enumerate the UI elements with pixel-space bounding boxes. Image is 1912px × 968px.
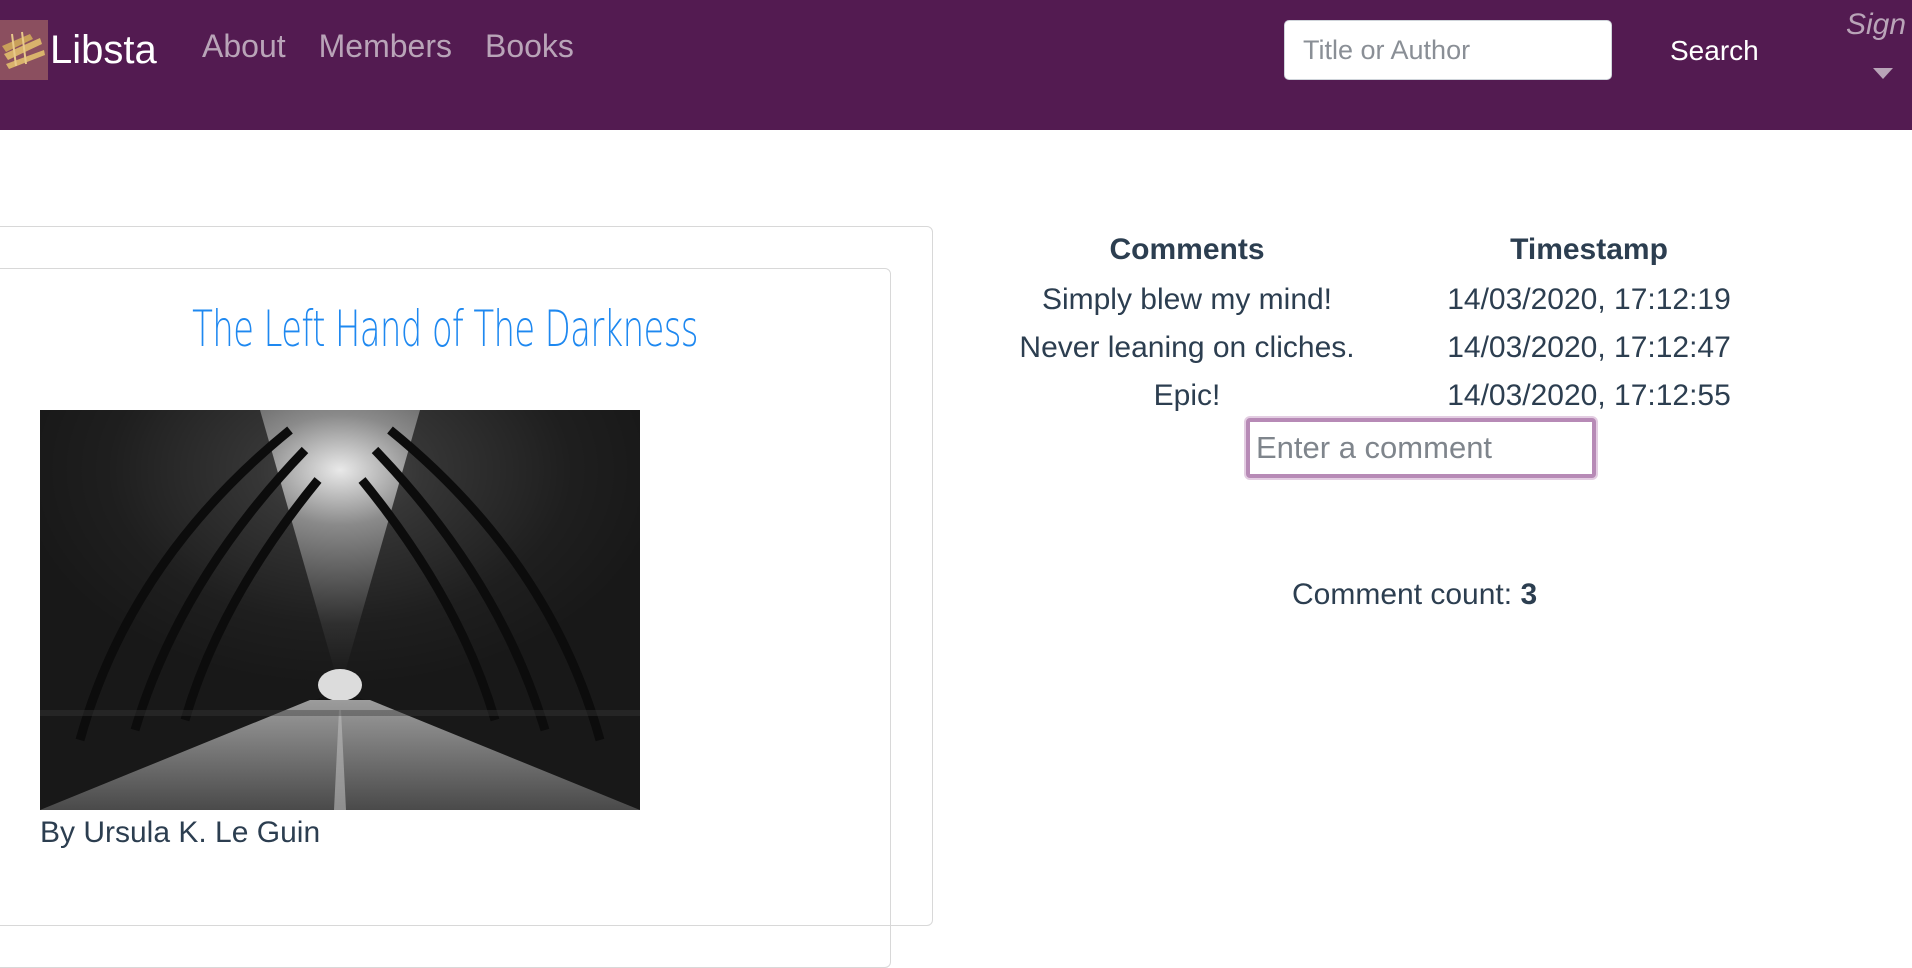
nav-links: About Members Books xyxy=(202,28,574,65)
comment-text: Never leaning on cliches. xyxy=(1019,331,1355,364)
table-row: Never leaning on cliches. 14/03/2020, 17… xyxy=(1002,324,1806,372)
search-button[interactable]: Search xyxy=(1660,26,1769,76)
nav-link-about[interactable]: About xyxy=(202,28,286,65)
comment-timestamp: 14/03/2020, 17:12:55 xyxy=(1447,379,1731,412)
caret-down-icon[interactable] xyxy=(1873,68,1893,79)
comment-count-label: Comment count: xyxy=(1292,578,1513,611)
libsta-logo-icon xyxy=(0,20,48,80)
comments-header: Comments xyxy=(1109,233,1265,266)
table-row: Epic! 14/03/2020, 17:12:55 xyxy=(1002,372,1806,420)
timestamp-header: Timestamp xyxy=(1510,233,1668,266)
comments-table: Comments Timestamp Simply blew my mind! … xyxy=(1002,224,1806,420)
nav-link-books[interactable]: Books xyxy=(485,28,574,65)
brand-name: Libsta xyxy=(50,27,157,72)
book-title: The Left Hand of The Darkness xyxy=(192,300,698,358)
search-input[interactable] xyxy=(1284,20,1612,80)
nav-link-members[interactable]: Members xyxy=(319,28,452,65)
book-cover-image xyxy=(40,410,640,810)
comment-input[interactable] xyxy=(1246,418,1596,478)
brand-link[interactable]: Libsta xyxy=(0,20,157,80)
comment-count: Comment count: 3 xyxy=(1292,578,1537,612)
navbar: Libsta About Members Books Search Sign xyxy=(0,0,1912,130)
table-row: Simply blew my mind! 14/03/2020, 17:12:1… xyxy=(1002,276,1806,324)
book-author: By Ursula K. Le Guin xyxy=(40,816,321,849)
comments-header-row: Comments Timestamp xyxy=(1002,224,1806,276)
comment-timestamp: 14/03/2020, 17:12:19 xyxy=(1447,283,1731,316)
comment-count-value: 3 xyxy=(1520,578,1538,611)
sign-link[interactable]: Sign xyxy=(1846,8,1906,42)
comment-text: Simply blew my mind! xyxy=(1041,283,1333,316)
comment-text: Epic! xyxy=(1153,379,1221,412)
comment-timestamp: 14/03/2020, 17:12:47 xyxy=(1447,331,1731,364)
